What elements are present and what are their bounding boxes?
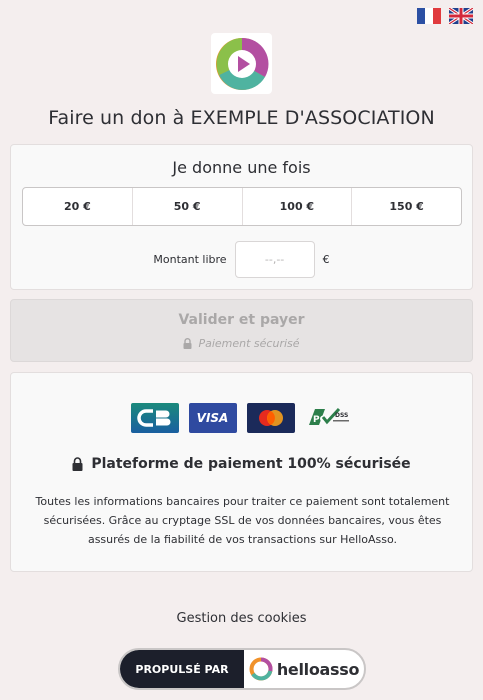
- cookie-settings-link[interactable]: Gestion des cookies: [0, 611, 483, 626]
- french-flag-icon[interactable]: [417, 8, 441, 24]
- uk-flag-icon[interactable]: [449, 8, 473, 24]
- svg-text:DSS: DSS: [335, 412, 348, 419]
- helloasso-wordmark: helloasso: [276, 659, 360, 679]
- secure-payment-label: Paiement sécurisé: [198, 337, 300, 350]
- language-switcher: [417, 8, 473, 24]
- free-amount-label: Montant libre: [153, 253, 227, 266]
- padlock-icon: [72, 457, 83, 471]
- association-logo-icon: [215, 37, 268, 90]
- pci-dss-icon: PCI DSS: [305, 403, 353, 433]
- helloasso-brand: helloasso: [244, 650, 364, 688]
- payment-logos: VISA PCI DSS: [11, 403, 472, 433]
- free-amount-row: Montant libre €: [11, 241, 472, 278]
- powered-by-helloasso-badge[interactable]: PROPULSÉ PAR helloasso: [118, 648, 366, 690]
- visa-card-icon: VISA: [188, 403, 237, 433]
- association-logo: [211, 33, 272, 94]
- donation-card: Je donne une fois 20 € 50 € 100 € 150 € …: [10, 144, 473, 290]
- cb-card-icon: [130, 403, 179, 433]
- amount-button-50[interactable]: 50 €: [133, 188, 243, 225]
- page-title: Faire un don à EXEMPLE D'ASSOCIATION: [48, 107, 435, 129]
- visa-logo-text: VISA: [196, 411, 229, 425]
- free-amount-input[interactable]: [234, 241, 315, 278]
- powered-by-label: PROPULSÉ PAR: [120, 650, 244, 688]
- security-description: Toutes les informations bancaires pour t…: [35, 495, 450, 546]
- currency-symbol: €: [322, 253, 330, 266]
- secure-payment-note: Paiement sécurisé: [11, 337, 472, 350]
- lock-icon: [183, 338, 192, 349]
- validate-pay-button[interactable]: Valider et payer Paiement sécurisé: [10, 299, 473, 362]
- amount-button-150[interactable]: 150 €: [352, 188, 461, 225]
- secure-platform-heading: Plateforme de paiement 100% sécurisée: [11, 456, 472, 472]
- amount-selector: 20 € 50 € 100 € 150 €: [22, 187, 462, 226]
- validate-pay-label: Valider et payer: [178, 312, 305, 328]
- secure-platform-title: Plateforme de paiement 100% sécurisée: [91, 456, 411, 472]
- donation-frequency-title: Je donne une fois: [172, 158, 311, 177]
- mastercard-icon: [246, 403, 295, 433]
- amount-button-20[interactable]: 20 €: [23, 188, 133, 225]
- helloasso-logo-icon: [249, 657, 273, 681]
- security-card: VISA PCI DSS Plateforme de paiement 100%…: [10, 372, 473, 572]
- amount-button-100[interactable]: 100 €: [243, 188, 353, 225]
